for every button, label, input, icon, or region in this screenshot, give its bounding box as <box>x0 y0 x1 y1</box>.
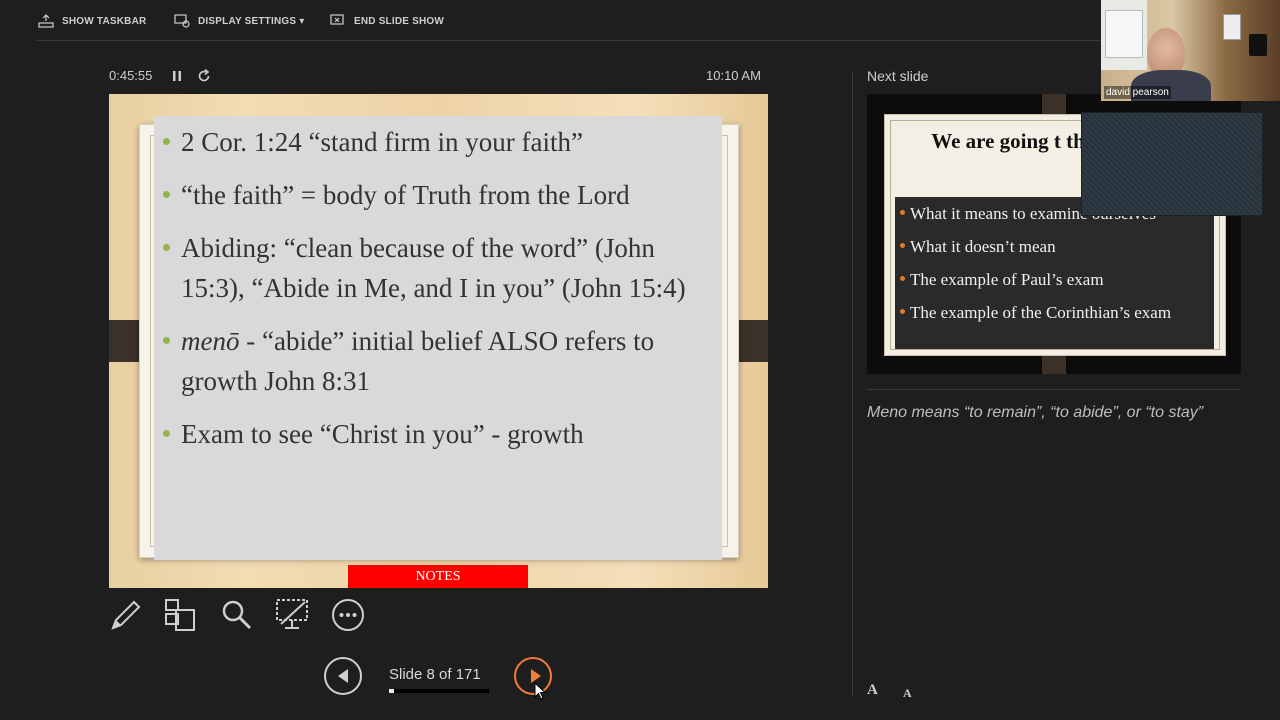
more-options-button[interactable] <box>331 598 365 632</box>
notes-divider <box>867 389 1241 390</box>
video-overlay-box <box>1081 112 1263 216</box>
show-taskbar-label: SHOW TASKBAR <box>62 15 147 27</box>
display-settings-label: DISPLAY SETTINGS ▾ <box>198 15 305 27</box>
display-settings-button[interactable]: DISPLAY SETTINGS ▾ <box>174 14 304 28</box>
slide-progress-bar <box>389 689 489 693</box>
slide-bullet-list: 2 Cor. 1:24 “stand firm in your faith” “… <box>154 122 714 467</box>
mouse-cursor-icon <box>534 682 546 700</box>
black-screen-button[interactable] <box>275 598 309 632</box>
magnifier-icon <box>222 600 252 630</box>
greek-term: menō <box>181 326 240 356</box>
decrease-font-button[interactable]: A <box>903 686 912 701</box>
taskbar-icon <box>38 14 54 28</box>
ellipsis-icon <box>332 599 364 631</box>
preview-bullet: What it doesn’t mean <box>895 234 1210 259</box>
webcam-whiteboard <box>1105 10 1143 58</box>
webcam-feed: david pearson <box>1101 0 1280 101</box>
end-slide-show-button[interactable]: END SLIDE SHOW <box>330 14 444 28</box>
pause-timer-icon[interactable] <box>170 69 184 83</box>
toolbar-divider <box>36 40 1102 41</box>
preview-content-panel: What it means to examine ourselves What … <box>895 197 1214 349</box>
notes-button[interactable]: NOTES <box>348 565 528 588</box>
greek-term-definition: - “abide” initial belief ALSO refers to … <box>181 326 655 396</box>
end-show-icon <box>330 14 344 25</box>
restart-timer-icon[interactable] <box>196 68 212 84</box>
see-all-slides-button[interactable] <box>164 598 198 632</box>
slide-bullet: “the faith” = body of Truth from the Lor… <box>154 175 714 215</box>
current-slide[interactable]: 2 Cor. 1:24 “stand firm in your faith” “… <box>109 94 768 588</box>
slide-progress-fill <box>389 689 394 693</box>
preview-bullet: The example of Paul’s exam <box>895 267 1210 292</box>
slide-counter: Slide 8 of 171 <box>389 666 481 683</box>
panel-divider <box>852 72 853 696</box>
slide-bullet: menō - “abide” initial belief ALSO refer… <box>154 321 714 401</box>
grid-icon <box>165 599 195 631</box>
webcam-speaker <box>1249 34 1267 56</box>
previous-slide-button[interactable] <box>324 657 362 695</box>
increase-font-button[interactable]: A <box>867 682 878 699</box>
webcam-poster <box>1223 14 1241 40</box>
current-time: 10:10 AM <box>706 68 761 83</box>
slide-content-panel: 2 Cor. 1:24 “stand firm in your faith” “… <box>154 116 722 560</box>
show-taskbar-button[interactable]: SHOW TASKBAR <box>38 14 146 28</box>
elapsed-timer: 0:45:55 <box>109 68 153 83</box>
display-settings-icon <box>174 14 190 28</box>
presenter-toolbar: SHOW TASKBAR DISPLAY SETTINGS ▾ END SLID… <box>0 0 1100 42</box>
preview-bullet: The example of the Corinthian’s exam <box>895 300 1210 325</box>
preview-bullet-list: What it means to examine ourselves What … <box>895 201 1210 333</box>
next-slide-button[interactable] <box>514 657 552 695</box>
screen-slash-icon <box>276 599 308 629</box>
slide-bullet: Exam to see “Christ in you” - growth <box>154 414 714 454</box>
pen-tool-button[interactable] <box>109 598 143 632</box>
slide-bullet: Abiding: “clean because of the word” (Jo… <box>154 228 714 308</box>
end-slide-show-label: END SLIDE SHOW <box>354 15 445 27</box>
slide-bullet: 2 Cor. 1:24 “stand firm in your faith” <box>154 122 714 162</box>
pen-icon <box>111 600 141 630</box>
speaker-notes: Meno means “to remain”, “to abide”, or “… <box>867 404 1204 421</box>
next-slide-label: Next slide <box>867 68 929 84</box>
zoom-button[interactable] <box>220 598 254 632</box>
webcam-participant-name: david pearson <box>1104 86 1171 99</box>
